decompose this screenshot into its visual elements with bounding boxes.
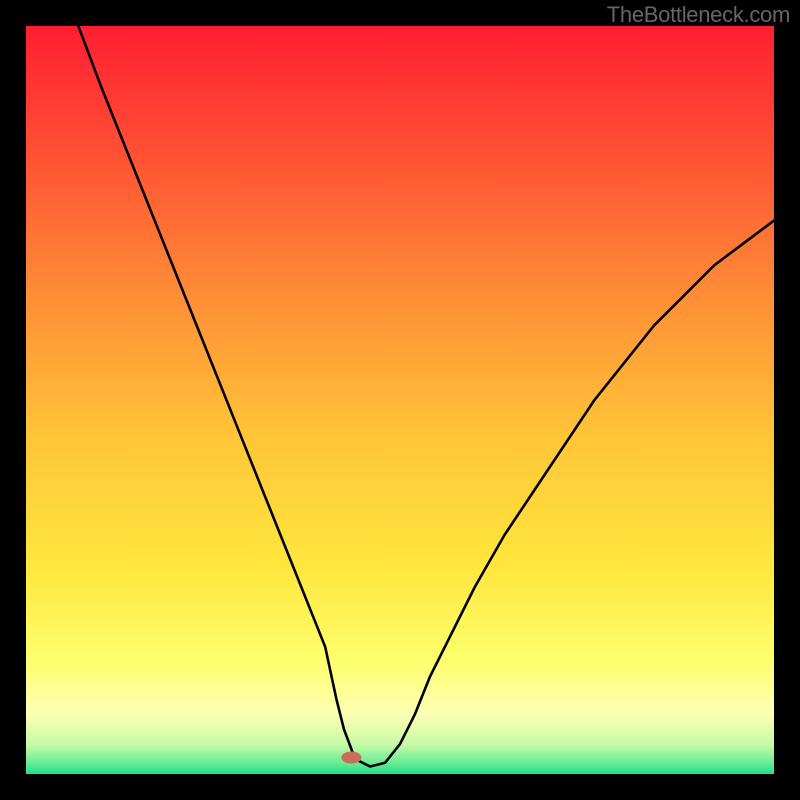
chart-frame: TheBottleneck.com: [0, 0, 800, 800]
watermark-text: TheBottleneck.com: [607, 2, 790, 28]
minimum-marker: [341, 752, 361, 764]
plot-svg: [26, 26, 774, 774]
plot-background: [26, 26, 774, 774]
plot-outer: [26, 26, 774, 774]
